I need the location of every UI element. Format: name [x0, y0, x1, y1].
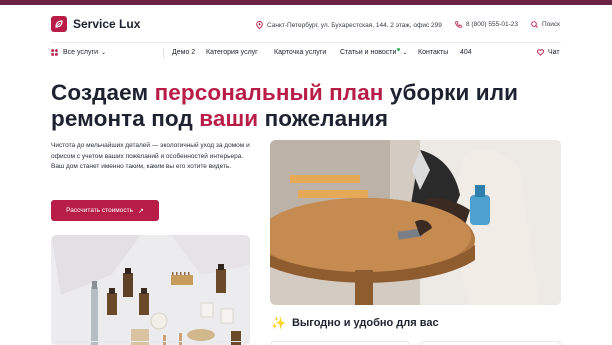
nav-item-label: Карточка услуги: [274, 49, 327, 56]
hero-description: Чистота до мельчайших деталей — экологич…: [51, 142, 250, 171]
logo-icon: [51, 16, 67, 32]
nav-item-label: Демо 2: [172, 49, 196, 56]
address[interactable]: Санкт-Петербург, ул. Бухарестская, 144. …: [256, 21, 442, 29]
nav-item-category[interactable]: Категория услуг: [206, 49, 258, 56]
arrow-up-right-icon: ↗: [137, 207, 144, 215]
nav-item-demo2[interactable]: Демо 2: [172, 49, 195, 56]
hero-title-accent: персональный план: [154, 80, 384, 105]
grid-icon: [51, 49, 58, 56]
chat-button[interactable]: Чат: [537, 49, 560, 56]
nav-item-label: Контакты: [418, 49, 449, 56]
nav-item-contacts[interactable]: Контакты: [418, 49, 448, 56]
search-label: Поиск: [542, 21, 561, 28]
nav-item-label: 404: [460, 49, 472, 56]
products-card-edge: [51, 341, 250, 345]
hero-title-accent: ваши: [199, 106, 259, 131]
phone-text: 8 (800) 555-01-23: [466, 21, 519, 28]
benefit-title: Выгодно и удобно для вас: [291, 317, 439, 329]
location-icon: [256, 21, 263, 29]
phone[interactable]: 8 (800) 555-01-23: [455, 21, 518, 28]
calculate-cost-button[interactable]: Рассчитать стоимость ↗: [51, 200, 159, 221]
benefit-heading: ✨ Выгодно и удобно для вас: [271, 316, 439, 330]
nav-item-articles[interactable]: Статьи и новости ⌄: [340, 48, 408, 56]
chevron-down-icon: ⌄: [100, 50, 107, 56]
new-indicator-dot: [397, 48, 401, 51]
main-nav: Все услуги ⌄ Демо 2 Категория услуг Карт…: [0, 43, 612, 65]
logo-text: Service Lux: [73, 17, 141, 31]
hero-title-part: пожелания: [258, 106, 389, 131]
hero-title: Создаем персональный план уборки или рем…: [51, 80, 561, 132]
nav-all-services[interactable]: Все услуги ⌄: [51, 49, 106, 56]
nav-item-label: Статьи и новости: [340, 49, 397, 56]
cleaning-photo: [270, 140, 561, 305]
cta-label: Рассчитать стоимость: [66, 207, 133, 214]
benefit-card-right: [420, 341, 561, 345]
search-icon: [531, 21, 538, 28]
hero-title-part: Создаем: [51, 80, 155, 105]
header: Service Lux Санкт-Петербург, ул. Бухарес…: [0, 5, 612, 43]
chat-label: Чат: [548, 49, 560, 56]
sparkle-icon: ✨: [271, 316, 286, 330]
eco-products-image: [51, 235, 250, 345]
nav-all-services-label: Все услуги: [63, 49, 98, 56]
nav-item-service-card[interactable]: Карточка услуги: [274, 49, 326, 56]
heart-icon: [537, 49, 544, 56]
benefit-card-left: [270, 341, 410, 345]
nav-separator: [163, 48, 164, 59]
chevron-down-icon: ⌄: [402, 50, 408, 56]
nav-item-404[interactable]: 404: [460, 49, 472, 56]
address-text: Санкт-Петербург, ул. Бухарестская, 144. …: [267, 21, 442, 29]
logo[interactable]: Service Lux: [51, 16, 140, 32]
nav-item-label: Категория услуг: [206, 49, 258, 56]
phone-icon: [455, 21, 462, 28]
search-button[interactable]: Поиск: [531, 21, 560, 28]
